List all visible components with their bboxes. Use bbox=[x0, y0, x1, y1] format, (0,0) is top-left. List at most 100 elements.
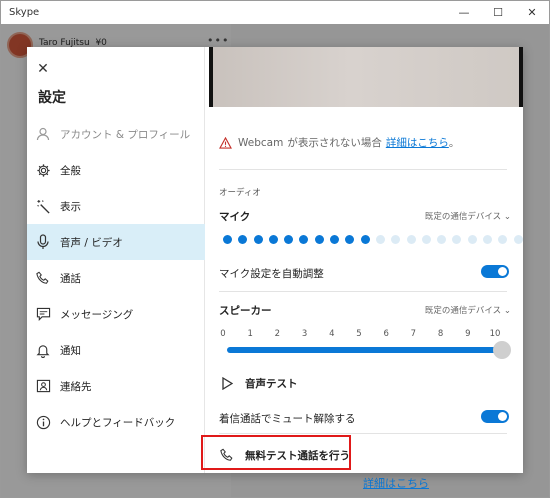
audio-section-label: オーディオ bbox=[219, 188, 261, 198]
nav-label: アカウント & プロフィール bbox=[60, 128, 191, 141]
settings-nav: ✕ 設定 アカウント & プロフィール 全般 表示 音声 / ビデオ 通話 メッ… bbox=[27, 47, 205, 473]
maximize-button[interactable]: ☐ bbox=[481, 1, 515, 24]
mic-level-dot-active bbox=[223, 235, 232, 244]
nav-item-notifications[interactable]: 通知 bbox=[27, 332, 205, 368]
mic-device-select[interactable]: 既定の通信デバイス ⌄ bbox=[425, 210, 511, 222]
nav-label: ヘルプとフィードバック bbox=[60, 416, 176, 429]
nav-item-audio-video[interactable]: 音声 / ビデオ bbox=[27, 224, 205, 260]
chevron-down-icon: ⌄ bbox=[503, 212, 511, 222]
chevron-down-icon: ⌄ bbox=[503, 306, 511, 316]
divider bbox=[219, 433, 507, 434]
gear-icon bbox=[35, 162, 51, 178]
speaker-tick-label: 3 bbox=[301, 329, 308, 339]
mic-level-dot bbox=[375, 235, 385, 244]
nav-item-calling[interactable]: 通話 bbox=[27, 260, 205, 296]
mic-level-dot-active bbox=[299, 235, 309, 244]
sound-test-button[interactable]: 音声テスト bbox=[219, 375, 298, 391]
minimize-button[interactable]: — bbox=[447, 1, 481, 24]
unmute-label: 着信通話でミュート解除する bbox=[219, 413, 356, 425]
mic-level-dot bbox=[452, 235, 462, 244]
person-icon bbox=[35, 126, 51, 142]
close-window-button[interactable]: ✕ bbox=[515, 1, 549, 24]
info-icon bbox=[35, 414, 51, 430]
play-icon bbox=[219, 375, 235, 391]
speaker-device-value: 既定の通信デバイス bbox=[424, 306, 502, 316]
warning-prefix: Webcam bbox=[238, 136, 284, 149]
close-settings-button[interactable]: ✕ bbox=[35, 61, 51, 77]
nav-item-display[interactable]: 表示 bbox=[27, 188, 205, 224]
learn-more-link[interactable]: 詳細はこちら bbox=[386, 135, 449, 150]
mic-level-dot-active bbox=[345, 235, 355, 244]
mic-level-dot bbox=[406, 235, 416, 244]
settings-dialog: ✕ 設定 アカウント & プロフィール 全般 表示 音声 / ビデオ 通話 メッ… bbox=[27, 47, 523, 473]
mic-device-value: 既定の通信デバイス bbox=[424, 212, 502, 222]
mic-level-dot-active bbox=[253, 235, 263, 244]
speaker-tick-label: 6 bbox=[383, 329, 389, 339]
mic-auto-toggle[interactable] bbox=[481, 265, 509, 278]
nav-label: 通知 bbox=[60, 344, 81, 357]
speaker-tick-label: 8 bbox=[437, 329, 444, 339]
highlight-box bbox=[201, 435, 351, 470]
mic-level-dot bbox=[498, 235, 508, 244]
bell-icon bbox=[35, 342, 51, 358]
sound-test-label: 音声テスト bbox=[245, 377, 298, 390]
nav-label: 音声 / ビデオ bbox=[60, 236, 123, 249]
mic-level-dot bbox=[391, 235, 401, 244]
mic-level-dot bbox=[513, 235, 523, 244]
speaker-tick-label: 0 bbox=[220, 329, 226, 339]
nav-item-messaging[interactable]: メッセージング bbox=[27, 296, 205, 332]
nav-item-general[interactable]: 全般 bbox=[27, 152, 205, 188]
chat-icon bbox=[35, 306, 51, 322]
mic-level-dot-active bbox=[238, 235, 248, 244]
contact-card-icon bbox=[35, 378, 51, 394]
speaker-volume-thumb[interactable] bbox=[493, 341, 511, 359]
title-bar: Skype — ☐ ✕ bbox=[1, 1, 549, 24]
divider bbox=[219, 169, 507, 170]
nav-item-account[interactable]: アカウント & プロフィール bbox=[27, 116, 205, 152]
speaker-volume-track[interactable] bbox=[227, 347, 501, 353]
speaker-tick-label: 1 bbox=[247, 329, 253, 339]
mic-level-dot-active bbox=[268, 235, 278, 244]
unmute-toggle[interactable] bbox=[481, 410, 509, 423]
mic-level-dot bbox=[437, 235, 447, 244]
speaker-scale: 0 1 2 3 4 5 6 7 8 9 10 bbox=[220, 329, 503, 341]
divider bbox=[219, 291, 507, 292]
window-title: Skype bbox=[9, 7, 40, 18]
mic-level-meter bbox=[223, 235, 523, 244]
nav-item-contacts[interactable]: 連絡先 bbox=[27, 368, 205, 404]
warning-text: が表示されない場合 bbox=[287, 137, 382, 149]
skype-window: Skype — ☐ ✕ Taro Fujitsu ¥0 ••• 詳細はこちら ✕… bbox=[0, 0, 550, 498]
speaker-device-select[interactable]: 既定の通信デバイス ⌄ bbox=[425, 304, 511, 316]
speaker-tick-label: 7 bbox=[410, 329, 417, 339]
nav-label: 連絡先 bbox=[60, 380, 92, 393]
speaker-tick-label: 9 bbox=[465, 329, 471, 339]
warning-suffix: 。 bbox=[448, 137, 460, 149]
magic-wand-icon bbox=[35, 198, 51, 214]
microphone-icon bbox=[35, 234, 51, 250]
speaker-tick-label: 4 bbox=[329, 329, 335, 339]
nav-label: 通話 bbox=[60, 272, 81, 285]
warning-icon bbox=[219, 136, 232, 149]
speaker-tick-label: 5 bbox=[356, 329, 362, 339]
settings-nav-list: アカウント & プロフィール 全般 表示 音声 / ビデオ 通話 メッセージング… bbox=[27, 116, 205, 440]
mic-level-dot bbox=[467, 235, 477, 244]
nav-label: 表示 bbox=[60, 200, 81, 213]
speaker-tick-label: 10 bbox=[489, 329, 501, 339]
speaker-tick-label: 2 bbox=[274, 329, 281, 339]
mic-level-dot-active bbox=[314, 235, 324, 244]
audio-video-panel: Webcam が表示されない場合 詳細はこちら 。 オーディオ マイク 既定の通… bbox=[201, 47, 523, 473]
nav-item-help[interactable]: ヘルプとフィードバック bbox=[27, 404, 205, 440]
background-detail-link[interactable]: 詳細はこちら bbox=[363, 475, 429, 491]
mic-level-dot bbox=[421, 235, 431, 244]
speaker-label: スピーカー bbox=[219, 305, 272, 317]
mic-level-dot-active bbox=[330, 235, 340, 244]
webcam-warning: Webcam が表示されない場合 詳細はこちら 。 bbox=[219, 135, 459, 150]
mic-level-dot-active bbox=[360, 235, 370, 244]
mic-label: マイク bbox=[219, 211, 251, 223]
nav-label: 全般 bbox=[60, 164, 81, 177]
nav-label: メッセージング bbox=[60, 308, 134, 321]
webcam-preview bbox=[209, 47, 523, 107]
mic-level-dot bbox=[483, 235, 493, 244]
phone-icon bbox=[35, 270, 51, 286]
settings-title: 設定 bbox=[38, 90, 66, 106]
